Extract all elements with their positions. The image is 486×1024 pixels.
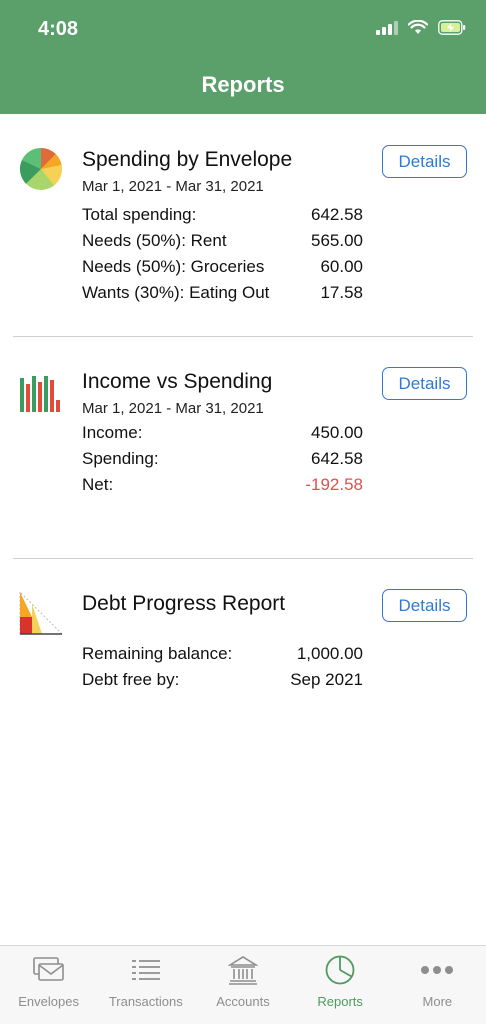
details-button[interactable]: Details [382,367,467,400]
row-value: Sep 2021 [290,670,363,689]
row-value: 450.00 [311,423,363,442]
row-label: Needs (50%): Rent [82,231,227,250]
card-title: Spending by Envelope [82,148,293,171]
tab-bar: Envelopes Transactions Accounts Reports … [0,945,486,1024]
envelopes-icon [32,955,66,985]
date-range: Mar 1, 2021 - Mar 31, 2021 [82,400,264,417]
card-title: Debt Progress Report [82,592,286,615]
row-label: Net: [82,475,114,494]
summary-row: Total spending: 642.58 [82,202,363,228]
summary-row: Needs (50%): Groceries 60.00 [82,254,363,280]
summary-row: Income: 450.00 [82,420,363,446]
summary-row: Needs (50%): Rent 565.00 [82,228,363,254]
net-value: -192.58 [305,475,363,494]
transactions-icon [129,955,163,985]
row-label: Needs (50%): Groceries [82,257,265,276]
reports-pie-icon [323,955,357,985]
summary-row: Remaining balance: 1,000.00 [82,641,363,667]
summary-row: Debt free by: Sep 2021 [82,667,363,693]
row-label: Income: [82,423,143,442]
date-range: Mar 1, 2021 - Mar 31, 2021 [82,178,264,195]
row-label: Debt free by: [82,670,180,689]
more-dots-icon [420,955,454,985]
row-value: 642.58 [311,449,363,468]
wifi-icon [408,20,428,34]
row-label: Remaining balance: [82,644,233,663]
bar-chart-icon [20,376,60,412]
summary-rows: Remaining balance: 1,000.00 Debt free by:… [82,641,363,693]
income-vs-spending-card: Income vs Spending Mar 1, 2021 - Mar 31,… [0,336,486,558]
row-value: 17.58 [320,283,363,302]
tab-label: Reports [317,994,363,1009]
pie-chart-icon [19,147,62,190]
row-value: 565.00 [311,231,363,250]
row-label: Wants (30%): Eating Out [82,283,270,302]
summary-row: Wants (30%): Eating Out 17.58 [82,280,363,306]
row-value: 642.58 [311,205,363,224]
tab-label: Accounts [216,994,270,1009]
debt-progress-card: Debt Progress Report Details Remaining b… [0,558,486,780]
tab-transactions[interactable]: Transactions [97,946,194,1024]
row-value: 60.00 [320,257,363,276]
tab-envelopes[interactable]: Envelopes [0,946,97,1024]
tab-label: Transactions [108,994,183,1009]
accounts-bank-icon [226,955,260,985]
status-icons [376,20,466,35]
tab-label: More [422,994,453,1009]
tab-reports[interactable]: Reports [292,946,389,1024]
card-title: Income vs Spending [82,370,273,393]
signal-icon [376,20,398,35]
status-time: 4:08 [38,18,79,40]
summary-rows: Total spending: 642.58 Needs (50%): Rent 5… [82,202,363,306]
row-value: 1,000.00 [296,644,363,663]
page-title: Reports [201,72,285,97]
spending-by-envelope-card: Spending by Envelope Mar 1, 2021 - Mar 3… [0,114,486,336]
row-label: Total spending: [82,205,197,224]
tab-label: Envelopes [18,994,79,1009]
details-button[interactable]: Details [382,589,467,622]
details-button[interactable]: Details [382,145,467,178]
summary-row: Net: -192.58 [82,472,363,498]
debt-progress-icon [19,590,64,635]
tab-accounts[interactable]: Accounts [194,946,291,1024]
battery-charging-icon [438,20,466,35]
row-label: Spending: [82,449,159,468]
summary-row: Spending: 642.58 [82,446,363,472]
summary-rows: Income: 450.00 Spending: 642.58 Net: -192.5… [82,420,363,498]
tab-more[interactable]: More [389,946,486,1024]
app-header: 4:08 Reports [0,0,486,114]
